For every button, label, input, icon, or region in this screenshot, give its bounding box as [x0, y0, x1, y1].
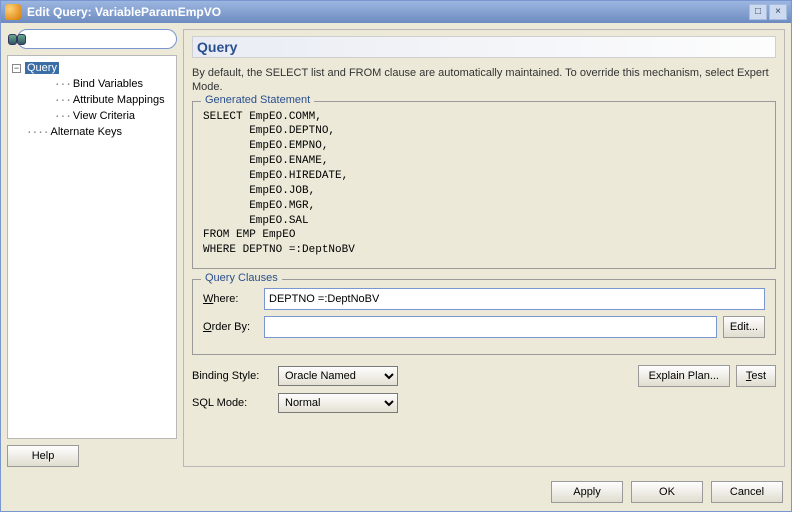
tree-branch-icon: ···: [54, 110, 71, 123]
tree-label: Bind Variables: [73, 78, 143, 90]
tree-item-bind-variables[interactable]: ··· Bind Variables: [12, 76, 172, 92]
sql-mode-label: SQL Mode:: [192, 397, 272, 409]
orderby-input[interactable]: [264, 316, 717, 338]
maximize-button[interactable]: □: [749, 4, 767, 20]
tree-item-alternate-keys[interactable]: ···· Alternate Keys: [12, 124, 172, 140]
query-clauses-legend: Query Clauses: [201, 272, 282, 284]
ok-button[interactable]: OK: [631, 481, 703, 503]
binoculars-icon: [7, 31, 13, 47]
description-text: By default, the SELECT list and FROM cla…: [192, 66, 776, 95]
test-button[interactable]: Test: [736, 365, 776, 387]
where-input[interactable]: [264, 288, 765, 310]
generated-statement-group: Generated Statement SELECT EmpEO.COMM, E…: [192, 101, 776, 269]
tree-label: View Criteria: [73, 110, 135, 122]
cancel-button[interactable]: Cancel: [711, 481, 783, 503]
where-label: Where:: [203, 293, 258, 305]
apply-button[interactable]: Apply: [551, 481, 623, 503]
edit-orderby-button[interactable]: Edit...: [723, 316, 765, 338]
tree-branch-icon: ···: [54, 78, 71, 91]
tree-item-view-criteria[interactable]: ··· View Criteria: [12, 108, 172, 124]
titlebar: Edit Query: VariableParamEmpVO □ ×: [1, 1, 791, 23]
tree-item-attribute-mappings[interactable]: ··· Attribute Mappings: [12, 92, 172, 108]
orderby-label: Order By:: [203, 321, 258, 333]
help-button[interactable]: Help: [7, 445, 79, 467]
binding-style-label: Binding Style:: [192, 370, 272, 382]
tree-branch-icon: ····: [26, 126, 49, 139]
close-button[interactable]: ×: [769, 4, 787, 20]
nav-tree: − Query ··· Bind Variables ··· Attribute…: [7, 55, 177, 439]
sql-mode-select[interactable]: Normal: [278, 393, 398, 413]
binding-style-select[interactable]: Oracle Named: [278, 366, 398, 386]
tree-label: Query: [25, 62, 59, 74]
query-clauses-group: Query Clauses Where: Order By: Edit...: [192, 279, 776, 355]
tree-label: Attribute Mappings: [73, 94, 165, 106]
edit-query-dialog: Edit Query: VariableParamEmpVO □ × − Que…: [0, 0, 792, 512]
dialog-footer: Apply OK Cancel: [1, 473, 791, 511]
tree-label: Alternate Keys: [51, 126, 123, 138]
tree-branch-icon: ···: [54, 94, 71, 107]
window-title: Edit Query: VariableParamEmpVO: [27, 5, 747, 19]
generated-statement-legend: Generated Statement: [201, 94, 314, 106]
explain-plan-button[interactable]: Explain Plan...: [638, 365, 730, 387]
app-icon: [5, 4, 21, 20]
tree-item-query[interactable]: − Query: [12, 60, 172, 76]
generated-sql: SELECT EmpEO.COMM, EmpEO.DEPTNO, EmpEO.E…: [203, 110, 765, 258]
page-title: Query: [192, 36, 776, 58]
collapse-icon[interactable]: −: [12, 64, 21, 73]
search-input[interactable]: [17, 29, 177, 49]
